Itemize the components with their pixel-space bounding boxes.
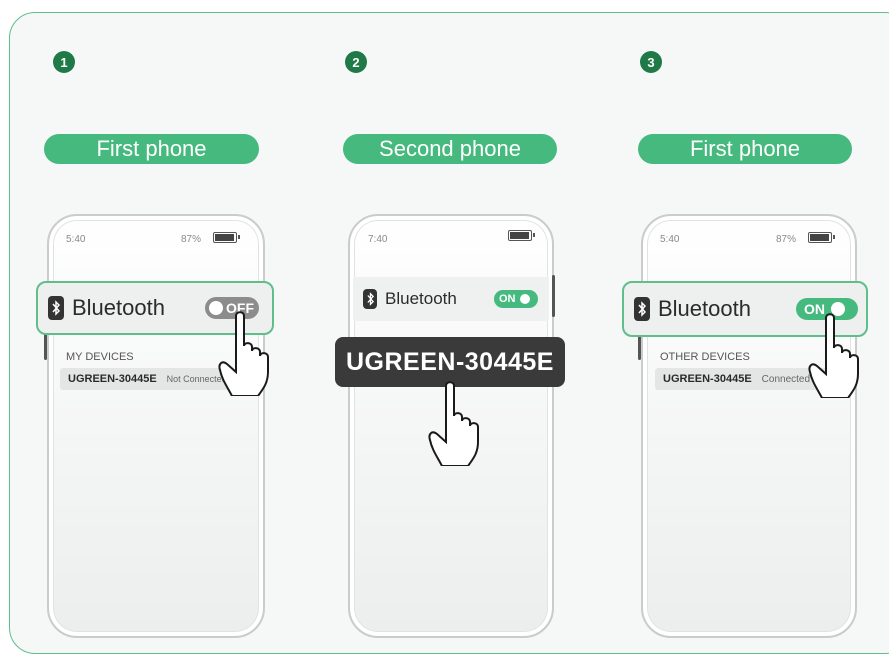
phone-1	[47, 214, 265, 638]
device-row[interactable]: UGREEN-30445E Not Connected	[60, 368, 235, 390]
device-name: UGREEN-30445E	[68, 373, 157, 385]
device-status: Connected	[761, 373, 811, 385]
bluetooth-icon	[634, 297, 650, 321]
section-heading: OTHER DEVICES	[660, 351, 750, 363]
phone-3-time: 5:40	[660, 234, 680, 245]
section-heading: MY DEVICES	[66, 351, 134, 363]
bluetooth-icon	[48, 296, 64, 320]
battery-icon	[808, 232, 835, 243]
battery-icon	[213, 232, 240, 243]
device-name: UGREEN-30445E	[663, 373, 752, 385]
bluetooth-label: Bluetooth	[385, 289, 457, 308]
bluetooth-toggle-on[interactable]: ON	[494, 290, 538, 308]
hand-pointer-icon	[808, 313, 859, 398]
bluetooth-icon	[363, 289, 377, 309]
phone-1-battery-text: 87%	[181, 234, 202, 245]
phone-2-time: 7:40	[368, 234, 388, 245]
step-2-badge: 2	[345, 51, 367, 73]
step-2-label: Second phone	[343, 134, 557, 164]
step-3-label: First phone	[638, 134, 852, 164]
bluetooth-label: Bluetooth	[72, 295, 165, 320]
device-row[interactable]: UGREEN-30445E Connected	[655, 368, 830, 390]
bluetooth-label: Bluetooth	[658, 296, 751, 321]
phone-2-side-button	[552, 275, 555, 317]
step-3-badge: 3	[640, 51, 662, 73]
phone-3	[641, 214, 857, 638]
toggle-label: ON	[499, 293, 516, 305]
phone-1-time: 5:40	[66, 234, 86, 245]
battery-icon	[508, 230, 535, 241]
step-1-badge: 1	[53, 51, 75, 73]
step-1-label: First phone	[44, 134, 259, 164]
hand-pointer-icon	[428, 381, 479, 466]
phone-3-battery-text: 87%	[776, 234, 797, 245]
toggle-knob	[519, 294, 530, 304]
hand-pointer-icon	[218, 311, 269, 396]
